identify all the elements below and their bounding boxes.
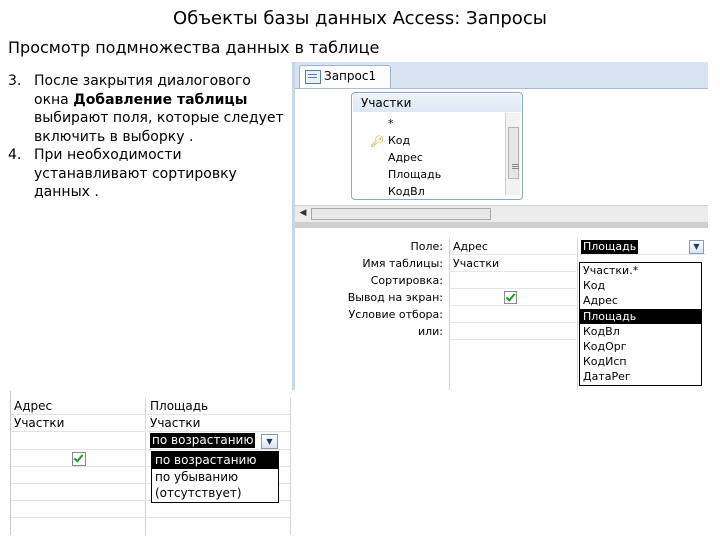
grid-column-1: Адрес Участки xyxy=(449,238,576,390)
sort-grid-excerpt: Адрес Участки Площадь Участки по возраст… xyxy=(10,391,291,535)
row-label-sort: Сортировка: xyxy=(370,274,443,287)
grip-icon xyxy=(512,164,519,165)
grid-column-address: Адрес Участки xyxy=(11,398,146,535)
row-labels: Поле: Имя таблицы: Сортировка: Вывод на … xyxy=(295,238,443,340)
sort-cell[interactable] xyxy=(450,272,576,289)
dropdown-option-selected[interactable]: по возрастанию xyxy=(152,452,278,469)
dropdown-option[interactable]: КодИсп xyxy=(580,354,701,369)
field-item[interactable]: Площадь xyxy=(364,166,441,183)
row-label-table: Имя таблицы: xyxy=(362,257,443,270)
dropdown-option[interactable]: ДатаРег xyxy=(580,369,701,384)
criteria-cell[interactable] xyxy=(450,306,576,323)
field-cell[interactable]: Площадь ▼ xyxy=(578,238,706,255)
empty-cell[interactable] xyxy=(11,501,145,519)
tab-label: Запрос1 xyxy=(324,69,377,83)
chevron-down-icon[interactable]: ▼ xyxy=(689,240,704,254)
step-4: 4. При необходимости устанавливают сорти… xyxy=(8,146,288,202)
empty-cell[interactable] xyxy=(147,501,290,519)
field-dropdown-list: Участки.* Код Адрес Площадь КодВл КодОрг… xyxy=(579,262,702,386)
steps-list: 3. После закрытия диалогового окна Добав… xyxy=(8,72,288,202)
field-label: Код xyxy=(388,134,411,147)
sort-dropdown-list: по возрастанию по убыванию (отсутствует) xyxy=(151,451,279,503)
table-field-list[interactable]: Участки * 🔑︎ Код Адрес Площадь КодВл xyxy=(351,92,523,200)
field-cell[interactable]: Адрес xyxy=(450,238,576,255)
row-label-or: или: xyxy=(417,325,443,338)
field-cell[interactable]: Адрес xyxy=(11,398,145,416)
dropdown-option[interactable]: Код xyxy=(580,278,701,293)
field-item[interactable]: Адрес xyxy=(364,149,441,166)
field-value: Площадь xyxy=(581,240,639,254)
chevron-down-icon[interactable]: ▼ xyxy=(261,434,278,449)
row-label-field: Поле: xyxy=(410,240,443,253)
step-text-part: выбирают поля, которые следует включить … xyxy=(34,110,284,145)
scroll-left-icon[interactable]: ◀ xyxy=(297,208,309,219)
step-3: 3. После закрытия диалогового окна Добав… xyxy=(8,72,288,146)
table-pane: Участки * 🔑︎ Код Адрес Площадь КодВл xyxy=(295,89,708,203)
show-checkbox[interactable] xyxy=(504,291,517,304)
field-label: Площадь xyxy=(388,168,442,181)
table-cell[interactable]: Участки xyxy=(11,415,145,433)
sort-cell[interactable] xyxy=(11,432,145,450)
field-item[interactable]: 🔑︎ Код xyxy=(364,132,441,149)
step-number: 3. xyxy=(8,73,22,89)
field-label: КодВл xyxy=(388,185,425,198)
dropdown-option[interactable]: (отсутствует) xyxy=(152,485,278,502)
criteria-cell[interactable] xyxy=(11,467,145,484)
slide-subtitle: Просмотр подмножества данных в таблице xyxy=(8,38,380,57)
row-label-show: Вывод на экран: xyxy=(347,291,443,304)
show-cell[interactable] xyxy=(11,450,145,467)
table-name[interactable]: Участки xyxy=(353,94,521,112)
dropdown-option[interactable]: Адрес xyxy=(580,293,701,308)
dropdown-option[interactable]: КодВл xyxy=(580,324,701,339)
field-list: * 🔑︎ Код Адрес Площадь КодВл xyxy=(364,115,441,200)
show-checkbox[interactable] xyxy=(72,451,86,466)
step-number: 4. xyxy=(8,147,22,163)
field-label: * xyxy=(388,117,394,130)
query-design-window: Запрос1 Участки * 🔑︎ Код Адрес Площадь Ко… xyxy=(292,62,708,390)
query-icon xyxy=(305,70,321,84)
field-item[interactable]: КодВл xyxy=(364,183,441,200)
dropdown-option[interactable]: Участки.* xyxy=(580,263,701,278)
slide-title: Объекты базы данных Access: Запросы xyxy=(173,8,547,29)
sort-value: по возрастанию xyxy=(150,433,256,449)
step-text: При необходимости устанавливают сортиров… xyxy=(34,147,237,200)
tab-query1[interactable]: Запрос1 xyxy=(299,65,391,88)
step-text: После закрытия диалогового окна Добавлен… xyxy=(34,72,288,146)
step-text-bold: Добавление таблицы xyxy=(73,91,248,108)
row-label-criteria: Условие отбора: xyxy=(348,308,444,321)
table-cell[interactable]: Участки xyxy=(450,255,576,272)
field-list-scrollbar[interactable] xyxy=(505,113,520,195)
scroll-thumb[interactable] xyxy=(311,208,491,220)
field-item[interactable]: * xyxy=(364,115,441,132)
horizontal-scrollbar[interactable]: ◀ xyxy=(295,205,708,223)
field-cell[interactable]: Площадь xyxy=(147,398,290,416)
or-cell[interactable] xyxy=(450,323,576,340)
design-grid: Поле: Имя таблицы: Сортировка: Вывод на … xyxy=(295,228,708,390)
or-cell[interactable] xyxy=(11,484,145,502)
field-label: Адрес xyxy=(388,151,423,164)
dropdown-option-selected[interactable]: Площадь xyxy=(580,308,701,324)
dropdown-option[interactable]: по убыванию xyxy=(152,469,278,486)
dropdown-option[interactable]: КодОрг xyxy=(580,339,701,354)
key-icon: 🔑︎ xyxy=(370,135,384,148)
scroll-thumb[interactable] xyxy=(508,127,519,179)
show-cell[interactable] xyxy=(450,289,576,306)
document-tab-bar: Запрос1 xyxy=(295,62,708,89)
table-cell[interactable]: Участки xyxy=(147,415,290,433)
